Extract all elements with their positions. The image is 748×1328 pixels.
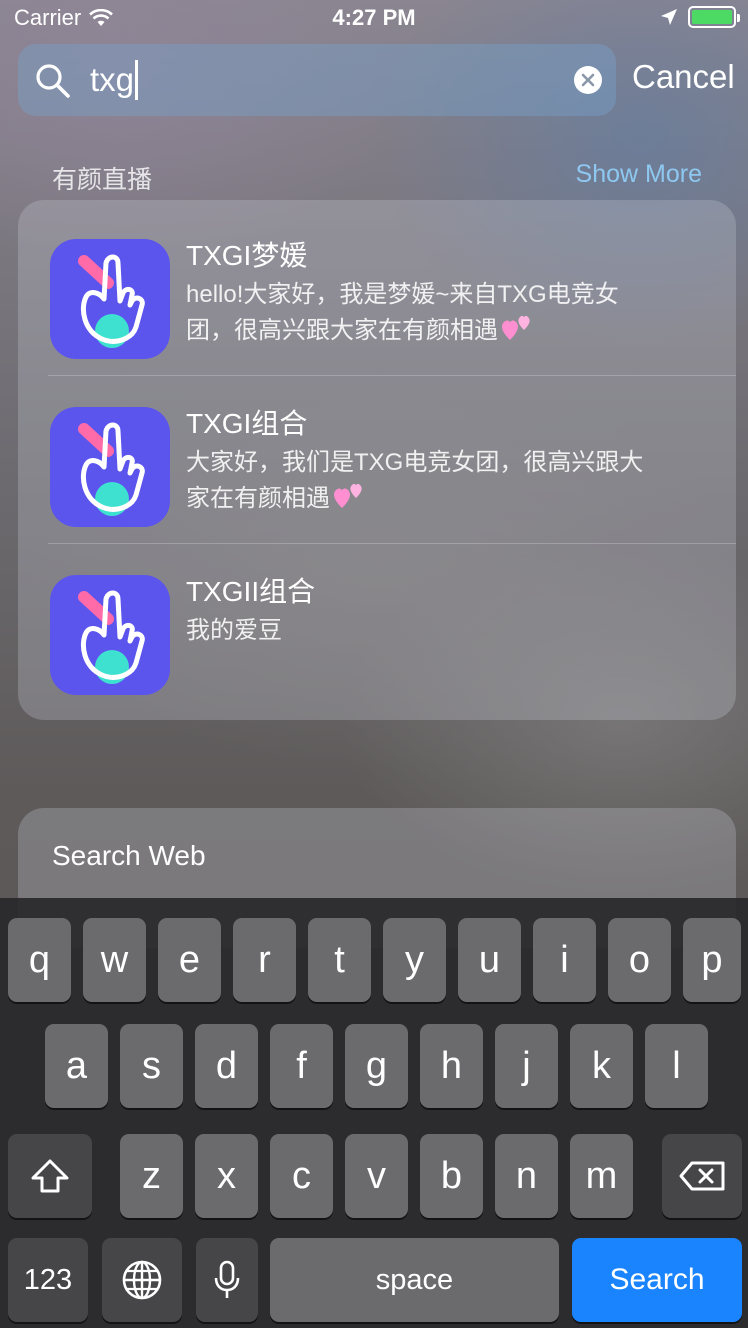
key-m[interactable]: m bbox=[570, 1134, 633, 1218]
dictation-key[interactable] bbox=[196, 1238, 258, 1322]
battery-icon bbox=[688, 6, 740, 28]
key-f[interactable]: f bbox=[270, 1024, 333, 1108]
keyboard: q w e r t y u i o p a s d f g h j k l z … bbox=[0, 898, 748, 1328]
key-h[interactable]: h bbox=[420, 1024, 483, 1108]
key-j[interactable]: j bbox=[495, 1024, 558, 1108]
key-i[interactable]: i bbox=[533, 918, 596, 1002]
battery-fill bbox=[692, 10, 732, 24]
space-key[interactable]: space bbox=[270, 1238, 559, 1322]
key-n[interactable]: n bbox=[495, 1134, 558, 1218]
search-field[interactable]: txg bbox=[18, 44, 616, 116]
result-description: 我的爱豆 bbox=[186, 614, 686, 648]
key-v[interactable]: v bbox=[345, 1134, 408, 1218]
key-q[interactable]: q bbox=[8, 918, 71, 1002]
result-description: hello!大家好，我是梦媛~来自TXG电竞女 团，很高兴跟大家在有颜相遇 bbox=[186, 278, 686, 348]
key-e[interactable]: e bbox=[158, 918, 221, 1002]
key-b[interactable]: b bbox=[420, 1134, 483, 1218]
two-hearts-icon bbox=[334, 483, 362, 508]
result-description-line: 我的爱豆 bbox=[186, 617, 282, 644]
key-r[interactable]: r bbox=[233, 918, 296, 1002]
hand-heart-app-icon bbox=[50, 239, 170, 359]
search-web-label: Search Web bbox=[52, 840, 206, 871]
key-y[interactable]: y bbox=[383, 918, 446, 1002]
key-z[interactable]: z bbox=[120, 1134, 183, 1218]
result-title: TXGII组合 bbox=[186, 576, 316, 607]
result-description-line: 家在有颜相遇 bbox=[186, 480, 686, 516]
delete-key[interactable] bbox=[662, 1134, 742, 1218]
result-row[interactable]: TXGI梦媛 hello!大家好，我是梦媛~来自TXG电竞女 团，很高兴跟大家在… bbox=[18, 208, 736, 376]
key-s[interactable]: s bbox=[120, 1024, 183, 1108]
x-icon bbox=[581, 73, 595, 87]
two-hearts-icon bbox=[502, 315, 530, 340]
key-o[interactable]: o bbox=[608, 918, 671, 1002]
results-card: TXGI梦媛 hello!大家好，我是梦媛~来自TXG电竞女 团，很高兴跟大家在… bbox=[18, 200, 736, 720]
shift-key[interactable] bbox=[8, 1134, 92, 1218]
result-title: TXGI梦媛 bbox=[186, 240, 308, 271]
key-t[interactable]: t bbox=[308, 918, 371, 1002]
status-bar: Carrier 4:27 PM bbox=[0, 0, 748, 36]
numbers-key[interactable]: 123 bbox=[8, 1238, 88, 1322]
globe-icon bbox=[122, 1260, 162, 1300]
hand-heart-app-icon bbox=[50, 575, 170, 695]
clock: 4:27 PM bbox=[332, 5, 416, 30]
key-d[interactable]: d bbox=[195, 1024, 258, 1108]
key-a[interactable]: a bbox=[45, 1024, 108, 1108]
backspace-icon bbox=[679, 1161, 725, 1191]
search-input[interactable]: txg bbox=[90, 56, 560, 104]
result-description-line: hello!大家好，我是梦媛~来自TXG电竞女 bbox=[186, 281, 619, 308]
result-description-line: 大家好，我们是TXG电竞女团，很高兴跟大 bbox=[186, 449, 644, 476]
globe-key[interactable] bbox=[102, 1238, 182, 1322]
key-w[interactable]: w bbox=[83, 918, 146, 1002]
show-more-button[interactable]: Show More bbox=[576, 160, 702, 189]
result-description-line: 团，很高兴跟大家在有颜相遇 bbox=[186, 312, 686, 348]
shift-arrow-icon bbox=[31, 1159, 69, 1193]
clear-text-icon[interactable] bbox=[574, 66, 602, 94]
result-description: 大家好，我们是TXG电竞女团，很高兴跟大 家在有颜相遇 bbox=[186, 446, 686, 516]
result-row[interactable]: TXGI组合 大家好，我们是TXG电竞女团，很高兴跟大 家在有颜相遇 bbox=[18, 376, 736, 544]
battery-tip bbox=[737, 14, 740, 22]
result-title: TXGI组合 bbox=[186, 408, 308, 439]
location-arrow-icon bbox=[661, 9, 677, 25]
key-c[interactable]: c bbox=[270, 1134, 333, 1218]
key-g[interactable]: g bbox=[345, 1024, 408, 1108]
key-u[interactable]: u bbox=[458, 918, 521, 1002]
key-l[interactable]: l bbox=[645, 1024, 708, 1108]
search-icon bbox=[36, 64, 70, 98]
key-k[interactable]: k bbox=[570, 1024, 633, 1108]
status-right bbox=[660, 6, 740, 28]
text-caret bbox=[135, 60, 139, 100]
microphone-icon bbox=[214, 1260, 240, 1298]
search-query: txg bbox=[90, 61, 135, 98]
search-return-key[interactable]: Search bbox=[572, 1238, 742, 1322]
cancel-button[interactable]: Cancel bbox=[632, 58, 735, 96]
section-title: 有颜直播 bbox=[52, 166, 153, 194]
hand-heart-app-icon bbox=[50, 407, 170, 527]
result-row[interactable]: TXGII组合 我的爱豆 bbox=[18, 544, 736, 712]
key-p[interactable]: p bbox=[683, 918, 741, 1002]
key-x[interactable]: x bbox=[195, 1134, 258, 1218]
